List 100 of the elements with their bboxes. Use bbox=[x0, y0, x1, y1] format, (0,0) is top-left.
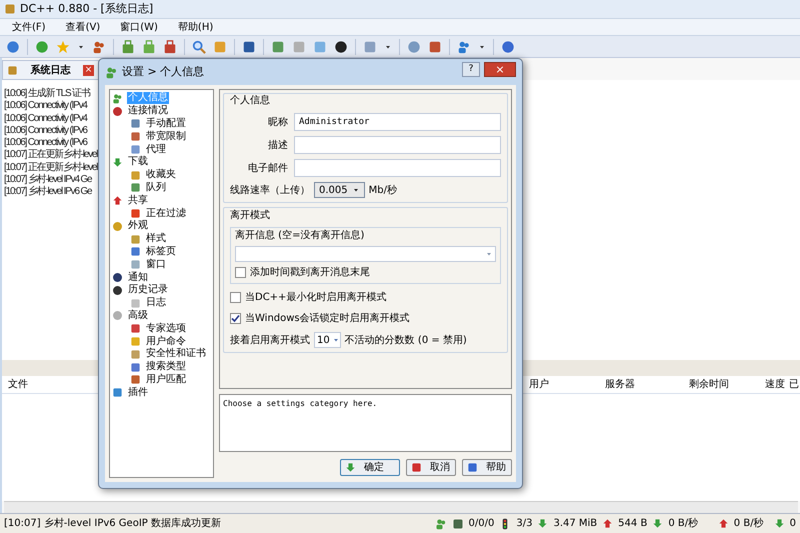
tree-item[interactable]: 专家选项 bbox=[145, 322, 187, 335]
close-button[interactable]: × bbox=[484, 62, 516, 76]
tree-item[interactable]: 用户匹配 bbox=[145, 374, 187, 386]
arrow-down-icon bbox=[537, 518, 548, 529]
category-icon bbox=[130, 374, 141, 386]
column-header[interactable]: 速度 bbox=[765, 377, 789, 392]
text-field[interactable]: Administrator bbox=[294, 113, 501, 131]
spin-icon bbox=[485, 250, 493, 258]
category-icon bbox=[130, 144, 141, 156]
log-line: [10:06] Connectivity (IPv4 bbox=[4, 112, 87, 125]
speed-dropdown[interactable]: 0.005 bbox=[314, 182, 365, 198]
category-icon bbox=[130, 362, 141, 373]
search-icon bbox=[192, 40, 206, 54]
checkbox-label: 当DC++最小化时启用离开模式 bbox=[245, 290, 386, 305]
checkbox-label: 添加时间戳到离开消息末尾 bbox=[250, 266, 370, 280]
arrow-down-icon bbox=[112, 156, 123, 168]
help-button[interactable]: ? bbox=[462, 62, 480, 76]
minutes-spinner[interactable]: 10 bbox=[314, 332, 341, 348]
category-icon bbox=[130, 170, 141, 181]
category-icon bbox=[130, 118, 141, 130]
tree-item[interactable]: 日志 bbox=[145, 297, 167, 310]
category-icon bbox=[130, 208, 141, 220]
category-icon bbox=[130, 234, 141, 245]
tree-item[interactable]: 共享 bbox=[127, 194, 149, 207]
tree-item[interactable]: 用户命令 bbox=[145, 336, 187, 348]
star-icon bbox=[56, 40, 70, 54]
tree-item[interactable]: 插件 bbox=[127, 386, 149, 399]
column-header[interactable]: 用户 bbox=[529, 377, 605, 392]
hub-count: 0/0/0 bbox=[468, 517, 494, 531]
dialog-button[interactable]: 帮助 bbox=[462, 459, 512, 476]
scrollbar[interactable] bbox=[4, 501, 798, 513]
dialog-button[interactable]: 取消 bbox=[406, 459, 456, 476]
tree-item[interactable]: 连接情况 bbox=[127, 105, 169, 118]
download-limit: 0 bbox=[790, 517, 796, 531]
group-title: 个人信息 bbox=[230, 94, 271, 108]
uploaded: 544 B bbox=[618, 517, 648, 531]
menu-item[interactable]: 文件(F) bbox=[12, 20, 46, 34]
arrow-down-icon bbox=[652, 518, 664, 529]
tree-item[interactable]: 手动配置 bbox=[145, 118, 187, 130]
spin-icon bbox=[332, 336, 340, 344]
category-icon bbox=[130, 298, 141, 309]
field-label: 不活动的分数数 (0 = 禁用) bbox=[344, 334, 467, 348]
field-label: 线路速率（上传） bbox=[230, 184, 310, 198]
tree-item[interactable]: 样式 bbox=[145, 233, 167, 246]
tree-item[interactable]: 历史记录 bbox=[127, 284, 169, 296]
category-icon bbox=[130, 131, 141, 142]
tree-item[interactable]: 搜索类型 bbox=[145, 361, 187, 374]
tree-item[interactable]: 窗口 bbox=[145, 258, 167, 271]
arrow-up-icon bbox=[112, 195, 123, 206]
users-icon bbox=[92, 40, 106, 54]
tree-item[interactable]: 正在过滤 bbox=[145, 208, 187, 220]
arrow-up-icon bbox=[602, 518, 614, 529]
category-icon bbox=[130, 259, 141, 270]
column-header[interactable]: 剩余时间 bbox=[689, 377, 765, 392]
tree-item[interactable]: 收藏夹 bbox=[145, 169, 177, 182]
dialog-title: 设置 > 个人信息 bbox=[122, 64, 206, 80]
log-line: [10:07] 乡村-level IPv6 Ge bbox=[4, 186, 92, 199]
checkbox[interactable] bbox=[235, 267, 246, 278]
tree-item[interactable]: 下载 bbox=[127, 156, 149, 168]
field-label: 电子邮件 bbox=[247, 162, 288, 176]
bag-icon bbox=[142, 40, 156, 54]
column-header[interactable]: 服务器 bbox=[605, 377, 689, 392]
tree-item[interactable]: 带宽限制 bbox=[145, 130, 187, 143]
tree-item[interactable]: 外观 bbox=[127, 220, 149, 232]
unit-label: Mb/秒 bbox=[368, 184, 397, 198]
tree-item[interactable]: 标签页 bbox=[145, 246, 177, 258]
text-field[interactable] bbox=[294, 159, 501, 177]
tree-item[interactable]: 通知 bbox=[127, 272, 149, 284]
download-speed: 0 B/秒 bbox=[668, 516, 700, 531]
description-box: Choose a settings category here. bbox=[219, 394, 512, 452]
tree-item[interactable]: 代理 bbox=[145, 144, 167, 156]
away-message-field[interactable] bbox=[235, 246, 496, 262]
column-header[interactable]: 已 bbox=[789, 377, 799, 392]
log-line: [10:06] Connectivity (IPv4 bbox=[4, 100, 87, 113]
menu-item[interactable]: 帮助(H) bbox=[178, 20, 214, 34]
log-line: [10:07] 乡村-level IPv4 Ge bbox=[4, 174, 92, 186]
menu-item[interactable]: 查看(V) bbox=[66, 20, 100, 34]
dialog-button[interactable]: 确定 bbox=[340, 459, 400, 476]
tree-item[interactable]: 安全性和证书 bbox=[145, 348, 207, 360]
log-line: [10:07] 正在更新乡村-level bbox=[4, 162, 98, 174]
download-icon bbox=[774, 518, 785, 529]
menu-item[interactable]: 窗口(W) bbox=[120, 20, 158, 34]
field-label: 昵称 bbox=[267, 116, 288, 130]
group-title: 离开信息 (空=没有离开信息) bbox=[235, 228, 366, 243]
text-field[interactable] bbox=[294, 136, 501, 154]
window-title: DC++ 0.880 - [系统日志] bbox=[20, 0, 154, 17]
tab[interactable]: 系统日志 bbox=[22, 62, 79, 78]
category-icon bbox=[130, 182, 141, 194]
log-line: [10:07] 正在更新乡村-level bbox=[4, 149, 98, 162]
slot-count: 3/3 bbox=[516, 517, 532, 531]
checkbox-label: 当Windows会话锁定时启用离开模式 bbox=[245, 312, 410, 326]
tree-item[interactable]: 高级 bbox=[127, 310, 149, 322]
checkbox[interactable] bbox=[230, 313, 241, 324]
bag-icon bbox=[121, 40, 135, 54]
downloaded: 3.47 MiB bbox=[553, 517, 598, 531]
arrow-up-icon bbox=[718, 518, 729, 529]
close-button[interactable]: × bbox=[83, 64, 94, 76]
category-icon bbox=[130, 323, 141, 334]
tree-item[interactable]: 队列 bbox=[145, 182, 167, 194]
checkbox[interactable] bbox=[230, 292, 241, 303]
